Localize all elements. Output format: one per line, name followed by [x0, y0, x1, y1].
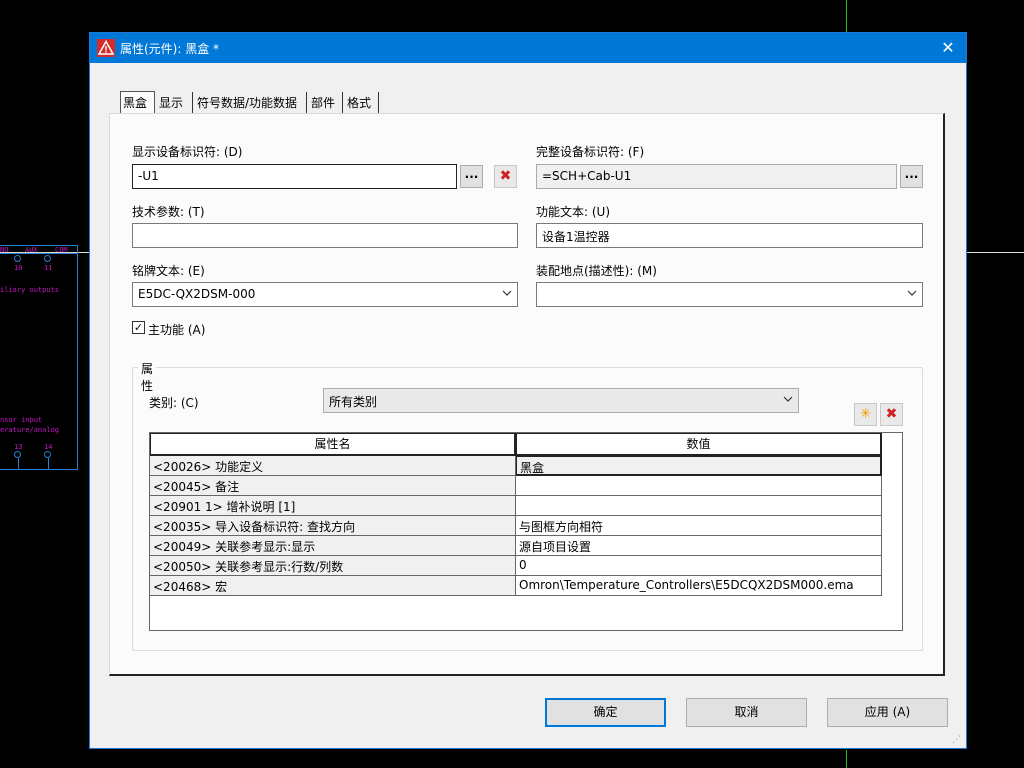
schematic-box: [0, 245, 78, 470]
full-dt-input[interactable]: =SCH+Cab-U1: [536, 164, 897, 189]
property-name-cell[interactable]: <20049> 关联参考显示:显示: [150, 536, 516, 556]
warning-triangle-icon: [97, 39, 115, 57]
property-value-cell[interactable]: 0: [516, 556, 882, 576]
display-dt-clear-button[interactable]: ✖: [494, 165, 517, 188]
table-row[interactable]: <20049> 关联参考显示:显示 源自项目设置: [150, 536, 882, 556]
nameplate-combo[interactable]: E5DC-QX2DSM-000: [132, 282, 518, 307]
func-text-label: 功能文本: (U): [536, 205, 611, 219]
apply-button[interactable]: 应用 (A): [827, 698, 948, 727]
display-dt-input[interactable]: -U1: [132, 164, 457, 189]
schematic-label-no: NO: [0, 246, 9, 254]
pin-terminal: [14, 451, 21, 458]
ok-button[interactable]: 确定: [545, 698, 666, 727]
property-value-cell[interactable]: [516, 476, 882, 496]
main-function-label: 主功能 (A): [148, 323, 206, 337]
new-property-button[interactable]: ✳: [854, 403, 877, 426]
func-text-input[interactable]: 设备1温控器: [536, 223, 923, 248]
property-name-cell[interactable]: <20050> 关联参考显示:行数/列数: [150, 556, 516, 576]
nameplate-label: 铭牌文本: (E): [132, 264, 205, 278]
main-function-checkbox[interactable]: ✓: [132, 321, 145, 334]
resize-grip-icon[interactable]: ⋰: [952, 734, 964, 746]
property-grid-header: 属性名 数值: [150, 433, 882, 456]
table-row[interactable]: <20045> 备注: [150, 476, 882, 496]
tab-panel-black-box: 显示设备标识符: (D) -U1 ... ✖ 完整设备标识符: (F) =SCH…: [109, 113, 945, 676]
chevron-down-icon: [502, 290, 512, 296]
tab-parts[interactable]: 部件: [309, 92, 343, 113]
property-value-cell[interactable]: 黑盒: [516, 456, 882, 476]
dialog-title: 属性(元件): 黑盒 *: [120, 42, 220, 56]
property-grid[interactable]: 属性名 数值 <20026> 功能定义 黑盒 <20045> 备注 <20901…: [149, 432, 903, 631]
column-header-value[interactable]: 数值: [516, 433, 882, 456]
tab-symbol-function-data[interactable]: 符号数据/功能数据: [195, 92, 307, 113]
category-value: 所有类别: [329, 395, 378, 409]
schematic-pin-13: 13: [14, 443, 23, 451]
property-value-cell[interactable]: 源自项目设置: [516, 536, 882, 556]
table-row[interactable]: <20901 1> 增补说明 [1]: [150, 496, 882, 516]
tab-display[interactable]: 显示: [157, 92, 193, 113]
schematic-label-analog: erature/analog: [0, 426, 60, 434]
category-combo[interactable]: 所有类别: [323, 388, 799, 413]
table-row[interactable]: <20026> 功能定义 黑盒: [150, 456, 882, 476]
display-dt-browse-button[interactable]: ...: [460, 165, 483, 188]
pin-terminal: [44, 255, 51, 262]
full-dt-browse-button[interactable]: ...: [900, 165, 923, 188]
crosshair-horizontal-line: [967, 252, 1024, 253]
chevron-down-icon: [783, 396, 793, 402]
property-name-cell[interactable]: <20045> 备注: [150, 476, 516, 496]
pin-terminal: [14, 255, 21, 262]
column-header-name[interactable]: 属性名: [150, 433, 516, 456]
properties-group-title: 属性: [138, 360, 157, 394]
tab-black-box[interactable]: 黑盒: [120, 91, 155, 114]
pin-line: [48, 458, 49, 470]
schematic-label-aux: AUX: [25, 246, 38, 254]
table-row[interactable]: <20050> 关联参考显示:行数/列数 0: [150, 556, 882, 576]
tab-format[interactable]: 格式: [345, 92, 379, 113]
full-dt-label: 完整设备标识符: (F): [536, 145, 645, 159]
schematic-label-sensor: nsor input: [0, 416, 43, 424]
tech-param-input[interactable]: [132, 223, 518, 248]
property-name-cell[interactable]: <20901 1> 增补说明 [1]: [150, 496, 516, 516]
display-dt-label: 显示设备标识符: (D): [132, 145, 243, 159]
crosshair-vertical-line: [846, 0, 847, 33]
pin-line: [18, 458, 19, 470]
crosshair-vertical-line-bottom: [846, 750, 847, 768]
table-row[interactable]: <20468> 宏 Omron\Temperature_Controllers\…: [150, 576, 882, 596]
cancel-button[interactable]: 取消: [686, 698, 807, 727]
property-value-cell[interactable]: [516, 496, 882, 516]
category-label: 类别: (C): [149, 396, 199, 410]
schematic-label-com: COM: [55, 246, 68, 254]
chevron-down-icon: [907, 290, 917, 296]
table-row[interactable]: <20035> 导入设备标识符: 查找方向 与图框方向相符: [150, 516, 882, 536]
tech-param-label: 技术参数: (T): [132, 205, 205, 219]
mount-label: 装配地点(描述性): (M): [536, 264, 657, 278]
schematic-pin-10: 10: [14, 264, 23, 272]
delete-property-button[interactable]: ✖: [880, 403, 903, 426]
pin-terminal: [44, 451, 51, 458]
property-name-cell[interactable]: <20468> 宏: [150, 576, 516, 596]
schematic-label-outputs: iliary outputs: [0, 286, 60, 294]
schematic-pin-14: 14: [44, 443, 53, 451]
property-value-cell[interactable]: Omron\Temperature_Controllers\E5DCQX2DSM…: [516, 576, 882, 596]
close-icon[interactable]: ✕: [936, 36, 960, 60]
property-name-cell[interactable]: <20026> 功能定义: [150, 456, 516, 476]
property-value-cell[interactable]: 与图框方向相符: [516, 516, 882, 536]
properties-dialog: 属性(元件): 黑盒 * ✕ 黑盒 显示 符号数据/功能数据 部件 格式 显示设…: [89, 32, 967, 749]
nameplate-value: E5DC-QX2DSM-000: [138, 287, 256, 301]
dialog-titlebar[interactable]: 属性(元件): 黑盒 * ✕: [90, 33, 966, 63]
property-name-cell[interactable]: <20035> 导入设备标识符: 查找方向: [150, 516, 516, 536]
mount-combo[interactable]: [536, 282, 923, 307]
schematic-pin-11: 11: [44, 264, 53, 272]
